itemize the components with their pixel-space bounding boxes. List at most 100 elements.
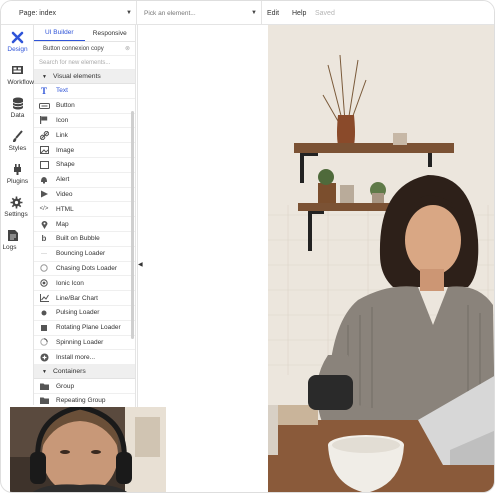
tab-ui-builder[interactable]: UI Builder	[34, 25, 85, 41]
chevron-down-icon: ▼	[42, 73, 47, 80]
list-item[interactable]: Pulsing Loader	[34, 306, 135, 321]
square-icon	[38, 323, 50, 333]
list-item[interactable]: Link	[34, 128, 135, 144]
list-item[interactable]: Shape	[34, 158, 135, 173]
list-item[interactable]: ··· Bouncing Loader	[34, 247, 135, 262]
bell-icon	[38, 175, 50, 185]
data-icon	[12, 97, 23, 110]
text-icon: T	[40, 85, 47, 96]
list-item[interactable]: T Text	[34, 84, 135, 99]
list-item-label: Text	[56, 87, 68, 95]
image-icon	[38, 145, 50, 155]
section-label: Containers	[52, 368, 86, 376]
circle-icon	[38, 263, 50, 273]
list-item[interactable]: Ionic Icon	[34, 276, 135, 292]
folder-icon	[38, 381, 50, 391]
elements-panel: UI Builder Responsive Button connexion c…	[34, 25, 136, 407]
list-item-label: Link	[56, 131, 68, 139]
list-item-label: Alert	[56, 176, 70, 184]
list-item[interactable]: Map	[34, 217, 135, 232]
list-item[interactable]: Line/Bar Chart	[34, 291, 135, 306]
list-item[interactable]: Button	[34, 99, 135, 114]
list-item[interactable]: Install more...	[34, 350, 135, 366]
copied-element-row[interactable]: Button connexion copy ⊗	[34, 42, 135, 56]
edit-menu[interactable]: Edit	[267, 1, 279, 25]
flag-icon	[38, 115, 50, 125]
list-item-label: Chasing Dots Loader	[56, 264, 118, 272]
code-icon: </>	[39, 206, 49, 213]
styles-icon	[13, 130, 23, 142]
section-containers[interactable]: ▼ Containers	[34, 365, 135, 380]
list-item-label: Shape	[56, 161, 75, 169]
element-search-input[interactable]: Search for new elements...	[34, 56, 135, 70]
list-item[interactable]: b Built on Bubble	[34, 232, 135, 247]
rail-label: Settings	[4, 211, 28, 218]
chevron-down-icon: ▼	[42, 368, 47, 375]
tool-rail: Design Workflow Data Styles Plugins Sett…	[1, 25, 34, 405]
top-bar: Page: index ▼ Pick an element... ▼ Edit …	[1, 1, 494, 25]
pulse-icon	[38, 308, 50, 318]
woman-with-laptop-photo	[268, 25, 494, 492]
list-item[interactable]: Spinning Loader	[34, 336, 135, 351]
rail-label: Styles	[8, 145, 27, 152]
link-icon	[38, 130, 50, 140]
rail-label: Design	[7, 46, 28, 53]
webcam-video-feed	[10, 407, 166, 492]
list-item-label: Install more...	[56, 353, 96, 361]
list-item-label: Rotating Plane Loader	[56, 324, 121, 332]
map-pin-icon	[38, 219, 50, 229]
rail-label: Plugins	[6, 178, 29, 185]
plugins-icon	[14, 164, 21, 175]
list-item[interactable]: Image	[34, 143, 135, 158]
list-item-label: Map	[56, 220, 69, 228]
chart-icon	[38, 293, 50, 303]
copied-element-label: Button connexion copy	[43, 45, 104, 52]
list-item[interactable]: Icon	[34, 114, 135, 129]
help-menu[interactable]: Help	[292, 1, 306, 25]
list-item-label: Bouncing Loader	[56, 250, 106, 258]
plus-circle-icon	[38, 352, 50, 362]
list-item[interactable]: Chasing Dots Loader	[34, 262, 135, 277]
close-icon[interactable]: ⊗	[125, 45, 130, 52]
section-label: Visual elements	[52, 73, 101, 80]
rail-item-design[interactable]: Design	[1, 31, 34, 53]
app-window: Page: index ▼ Pick an element... ▼ Edit …	[0, 0, 495, 493]
panel-scrollbar[interactable]	[131, 111, 134, 339]
logs-icon	[8, 230, 18, 241]
list-item-label: Spinning Loader	[56, 338, 104, 346]
list-item[interactable]: Video	[34, 188, 135, 203]
tab-responsive[interactable]: Responsive	[85, 25, 136, 41]
button-icon	[38, 101, 50, 111]
rail-item-data[interactable]: Data	[1, 97, 34, 119]
list-item-label: Line/Bar Chart	[56, 294, 98, 302]
saved-status: Saved	[315, 9, 335, 17]
rail-item-styles[interactable]: Styles	[1, 130, 34, 152]
list-item[interactable]: Group	[34, 379, 135, 394]
video-icon	[38, 189, 50, 199]
list-item[interactable]: </> HTML	[34, 202, 135, 218]
spinner-icon	[38, 337, 50, 347]
rail-item-plugins[interactable]: Plugins	[1, 163, 34, 185]
webcam-overlay	[10, 407, 166, 492]
list-item-label: HTML	[56, 205, 74, 213]
element-picker-placeholder: Pick an element...	[144, 9, 196, 17]
rail-label: Workflow	[7, 79, 34, 86]
page-selector[interactable]: Page: index ▼	[9, 1, 137, 25]
list-item[interactable]: Repeating Group	[34, 394, 135, 407]
element-picker[interactable]: Pick an element... ▼	[138, 1, 262, 25]
list-item[interactable]: Rotating Plane Loader	[34, 321, 135, 336]
rail-item-logs[interactable]: Logs	[1, 229, 26, 251]
shape-icon	[38, 160, 50, 170]
collapse-panel-icon[interactable]: ◀	[138, 261, 143, 268]
list-item[interactable]: Alert	[34, 173, 135, 188]
section-visual-elements[interactable]: ▼ Visual elements	[34, 70, 135, 84]
canvas-image[interactable]	[268, 25, 494, 492]
list-item-label: Group	[56, 382, 75, 390]
rail-item-workflow[interactable]: Workflow	[1, 64, 34, 86]
chevron-down-icon: ▼	[251, 10, 257, 16]
rail-item-settings[interactable]: Settings	[1, 196, 34, 218]
bubble-icon: b	[41, 234, 47, 244]
list-item-label: Video	[56, 190, 73, 198]
list-item-label: Image	[56, 146, 75, 154]
rail-label: Logs	[2, 244, 17, 251]
